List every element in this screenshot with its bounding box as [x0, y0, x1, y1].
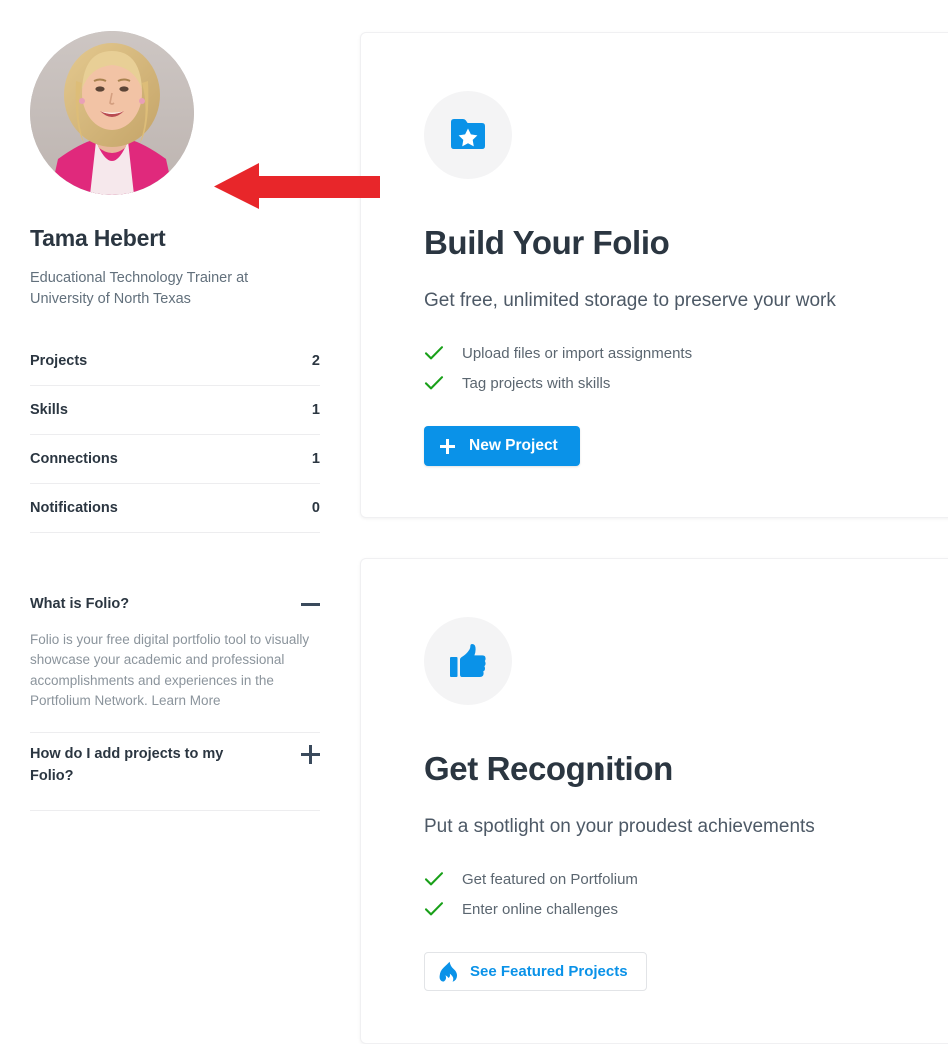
- card-get-recognition: Get Recognition Put a spotlight on your …: [360, 558, 948, 1044]
- faq-item-what-is-folio: What is Folio? Folio is your free digita…: [30, 583, 320, 733]
- minus-icon[interactable]: [301, 595, 320, 614]
- faq-answer-text: Folio is your free digital portfolio too…: [30, 616, 320, 733]
- stat-row-skills[interactable]: Skills 1: [30, 386, 320, 436]
- stat-label: Projects: [30, 353, 88, 370]
- list-item: Upload files or import assignments: [424, 338, 948, 368]
- faq-item-add-projects: How do I add projects to my Folio?: [30, 733, 320, 811]
- faq-question-label: What is Folio?: [30, 596, 130, 613]
- plus-icon[interactable]: [301, 744, 320, 764]
- flame-icon: [439, 961, 458, 983]
- bullet-label: Tag projects with skills: [462, 374, 611, 392]
- stat-value: 1: [311, 451, 320, 468]
- card-build-your-folio: Build Your Folio Get free, unlimited sto…: [360, 32, 948, 518]
- stat-row-notifications[interactable]: Notifications 0: [30, 484, 320, 534]
- bullet-label: Upload files or import assignments: [462, 344, 693, 362]
- folio-dashboard-page: Tama Hebert Educational Technology Train…: [0, 0, 948, 1044]
- page-title: Tama Hebert: [30, 225, 166, 251]
- profile-headline: Educational Technology Trainer at Univer…: [30, 270, 249, 307]
- stat-value: 0: [311, 500, 320, 517]
- stat-row-connections[interactable]: Connections 1: [30, 435, 320, 485]
- see-featured-projects-button-label: See Featured Projects: [470, 963, 628, 981]
- divider: [30, 809, 320, 811]
- list-item: Tag projects with skills: [424, 368, 948, 398]
- check-icon: [424, 375, 450, 391]
- stat-value: 2: [311, 353, 320, 370]
- check-icon: [424, 345, 450, 361]
- check-icon: [424, 901, 450, 917]
- plus-icon: [440, 438, 455, 454]
- check-icon: [424, 871, 450, 887]
- avatar[interactable]: [30, 31, 194, 195]
- list-item: Get featured on Portfolium: [424, 864, 948, 894]
- card-bullet-list: Upload files or import assignments Tag p…: [424, 338, 948, 398]
- see-featured-projects-button[interactable]: See Featured Projects: [424, 952, 647, 992]
- stat-value: 1: [311, 402, 320, 419]
- profile-stats-list: Projects 2 Skills 1 Connections 1 Notifi…: [30, 337, 320, 534]
- faq-question-label: How do I add projects to my Folio?: [30, 745, 224, 785]
- new-project-button[interactable]: New Project: [424, 426, 580, 467]
- card-title: Get Recognition: [424, 750, 673, 787]
- stat-label: Notifications: [30, 500, 118, 517]
- stat-label: Skills: [30, 402, 68, 419]
- thumbs-up-icon: [450, 644, 486, 677]
- main-content: Build Your Folio Get free, unlimited sto…: [359, 0, 948, 1044]
- user-photo-avatar: [30, 31, 194, 195]
- card-icon-wrapper: [424, 617, 512, 705]
- new-project-button-label: New Project: [469, 437, 558, 455]
- stat-row-projects[interactable]: Projects 2: [30, 337, 320, 387]
- faq-question-toggle[interactable]: What is Folio?: [30, 583, 320, 615]
- bullet-label: Get featured on Portfolium: [462, 870, 638, 888]
- list-item: Enter online challenges: [424, 894, 948, 924]
- card-icon-wrapper: [424, 91, 512, 179]
- folder-star-icon: [451, 119, 485, 149]
- profile-sidebar: Tama Hebert Educational Technology Train…: [0, 0, 360, 992]
- bullet-label: Enter online challenges: [462, 900, 618, 918]
- faq-accordion: What is Folio? Folio is your free digita…: [30, 583, 320, 811]
- card-subtitle: Get free, unlimited storage to preserve …: [424, 289, 836, 311]
- card-title: Build Your Folio: [424, 224, 670, 261]
- card-subtitle: Put a spotlight on your proudest achieve…: [424, 815, 815, 837]
- faq-question-toggle[interactable]: How do I add projects to my Folio?: [30, 733, 320, 788]
- card-bullet-list: Get featured on Portfolium Enter online …: [424, 864, 948, 924]
- stat-label: Connections: [30, 451, 118, 468]
